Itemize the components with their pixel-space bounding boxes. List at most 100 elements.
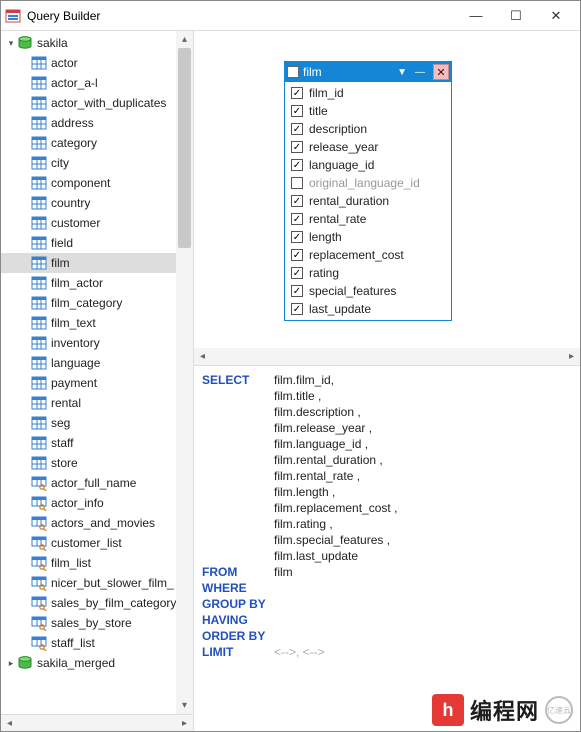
select-column[interactable]: film.description <box>274 405 354 419</box>
canvas-horizontal-scrollbar[interactable]: ◂ ▸ <box>194 348 580 365</box>
tree-table[interactable]: component <box>1 173 193 193</box>
table-box-film[interactable]: film ▼ — ✕ film_idtitledescriptionreleas… <box>284 61 452 321</box>
field-checkbox[interactable] <box>291 285 303 297</box>
limit-value[interactable]: <-->, <--> <box>274 644 325 660</box>
select-column[interactable]: film.rating <box>274 517 326 531</box>
scrollbar-thumb[interactable] <box>178 48 191 248</box>
tree-table[interactable]: film <box>1 253 193 273</box>
close-button[interactable]: ✕ <box>536 2 576 30</box>
select-column[interactable]: film.release_year <box>274 421 365 435</box>
tree-table[interactable]: country <box>1 193 193 213</box>
tree-table[interactable]: seg <box>1 413 193 433</box>
scroll-right-icon[interactable]: ▸ <box>176 715 193 732</box>
scroll-left-icon[interactable]: ◂ <box>1 715 18 732</box>
field-checkbox[interactable] <box>291 267 303 279</box>
scroll-right-icon[interactable]: ▸ <box>563 348 580 365</box>
tree-view[interactable]: actor_full_name <box>1 473 193 493</box>
tree-view[interactable]: customer_list <box>1 533 193 553</box>
minimize-button[interactable]: — <box>456 2 496 30</box>
field-row[interactable]: language_id <box>285 156 451 174</box>
sidebar-vertical-scrollbar[interactable]: ▴ ▾ <box>176 31 193 714</box>
tree-table[interactable]: actor <box>1 53 193 73</box>
field-checkbox[interactable] <box>291 249 303 261</box>
select-column[interactable]: film.length <box>274 485 329 499</box>
tree-view[interactable]: staff_list <box>1 633 193 653</box>
table-box-header[interactable]: film ▼ — ✕ <box>285 62 451 82</box>
field-row[interactable]: release_year <box>285 138 451 156</box>
tree-table[interactable]: rental <box>1 393 193 413</box>
tree-table[interactable]: field <box>1 233 193 253</box>
tree-table[interactable]: language <box>1 353 193 373</box>
field-checkbox[interactable] <box>291 87 303 99</box>
tree-table[interactable]: actor_with_duplicates <box>1 93 193 113</box>
tree-view[interactable]: sales_by_store <box>1 613 193 633</box>
select-column[interactable]: film.film_id <box>274 372 331 388</box>
tree-table[interactable]: staff <box>1 433 193 453</box>
tree-table[interactable]: payment <box>1 373 193 393</box>
field-checkbox[interactable] <box>291 303 303 315</box>
table-box-dropdown-icon[interactable]: ▼ <box>393 67 411 78</box>
field-row[interactable]: rental_rate <box>285 210 451 228</box>
tree-view[interactable]: actor_info <box>1 493 193 513</box>
tree-table[interactable]: film_text <box>1 313 193 333</box>
tree-table[interactable]: film_actor <box>1 273 193 293</box>
tree-table[interactable]: customer <box>1 213 193 233</box>
tree-table[interactable]: city <box>1 153 193 173</box>
tree-view[interactable]: nicer_but_slower_film_ <box>1 573 193 593</box>
tree-table[interactable]: inventory <box>1 333 193 353</box>
tree-item-label: customer_list <box>51 536 122 550</box>
field-row[interactable]: replacement_cost <box>285 246 451 264</box>
table-icon <box>31 355 47 371</box>
tree-database[interactable]: ▾sakila <box>1 33 193 53</box>
database-tree[interactable]: ▾sakilaactoractor_a-lactor_with_duplicat… <box>1 31 193 714</box>
tree-view[interactable]: film_list <box>1 553 193 573</box>
select-all-checkbox[interactable] <box>287 66 299 78</box>
select-column[interactable]: film.last_update <box>274 549 358 563</box>
field-checkbox[interactable] <box>291 159 303 171</box>
scroll-up-icon[interactable]: ▴ <box>176 31 193 48</box>
watermark-stamp: 亿速云 <box>545 696 573 724</box>
field-checkbox[interactable] <box>291 213 303 225</box>
tree-table[interactable]: film_category <box>1 293 193 313</box>
field-row[interactable]: film_id <box>285 84 451 102</box>
field-row[interactable]: last_update <box>285 300 451 318</box>
field-row[interactable]: rating <box>285 264 451 282</box>
tree-table[interactable]: store <box>1 453 193 473</box>
select-column[interactable]: film.replacement_cost <box>274 501 391 515</box>
field-checkbox[interactable] <box>291 123 303 135</box>
select-column[interactable]: film.rental_rate <box>274 469 353 483</box>
field-row[interactable]: rental_duration <box>285 192 451 210</box>
tree-item-label: language <box>51 356 100 370</box>
tree-database[interactable]: ▸sakila_merged <box>1 653 193 673</box>
field-checkbox[interactable] <box>291 231 303 243</box>
sidebar-horizontal-scrollbar[interactable]: ◂ ▸ <box>1 714 193 731</box>
tree-table[interactable]: actor_a-l <box>1 73 193 93</box>
tree-table[interactable]: category <box>1 133 193 153</box>
table-box-close-icon[interactable]: ✕ <box>433 64 449 80</box>
field-row[interactable]: special_features <box>285 282 451 300</box>
field-checkbox[interactable] <box>291 141 303 153</box>
field-row[interactable]: title <box>285 102 451 120</box>
field-checkbox[interactable] <box>291 105 303 117</box>
select-column[interactable]: film.special_features <box>274 533 383 547</box>
table-icon <box>31 155 47 171</box>
tree-item-label: sakila_merged <box>37 656 115 670</box>
tree-view[interactable]: sales_by_film_category <box>1 593 193 613</box>
maximize-button[interactable]: ☐ <box>496 2 536 30</box>
table-box-minimize-icon[interactable]: — <box>411 67 429 78</box>
field-row[interactable]: length <box>285 228 451 246</box>
field-checkbox[interactable] <box>291 177 303 189</box>
scroll-left-icon[interactable]: ◂ <box>194 348 211 365</box>
select-column[interactable]: film.rental_duration <box>274 453 376 467</box>
field-row[interactable]: description <box>285 120 451 138</box>
field-row[interactable]: original_language_id <box>285 174 451 192</box>
diagram-canvas[interactable]: film ▼ — ✕ film_idtitledescriptionreleas… <box>194 31 580 366</box>
select-column[interactable]: film.title <box>274 389 315 403</box>
scroll-down-icon[interactable]: ▾ <box>176 697 193 714</box>
select-column[interactable]: film.language_id <box>274 437 361 451</box>
sql-builder-area[interactable]: SELECT film.film_id , film.title , film.… <box>194 366 580 731</box>
tree-view[interactable]: actors_and_movies <box>1 513 193 533</box>
tree-table[interactable]: address <box>1 113 193 133</box>
from-table[interactable]: film <box>274 564 293 580</box>
field-checkbox[interactable] <box>291 195 303 207</box>
